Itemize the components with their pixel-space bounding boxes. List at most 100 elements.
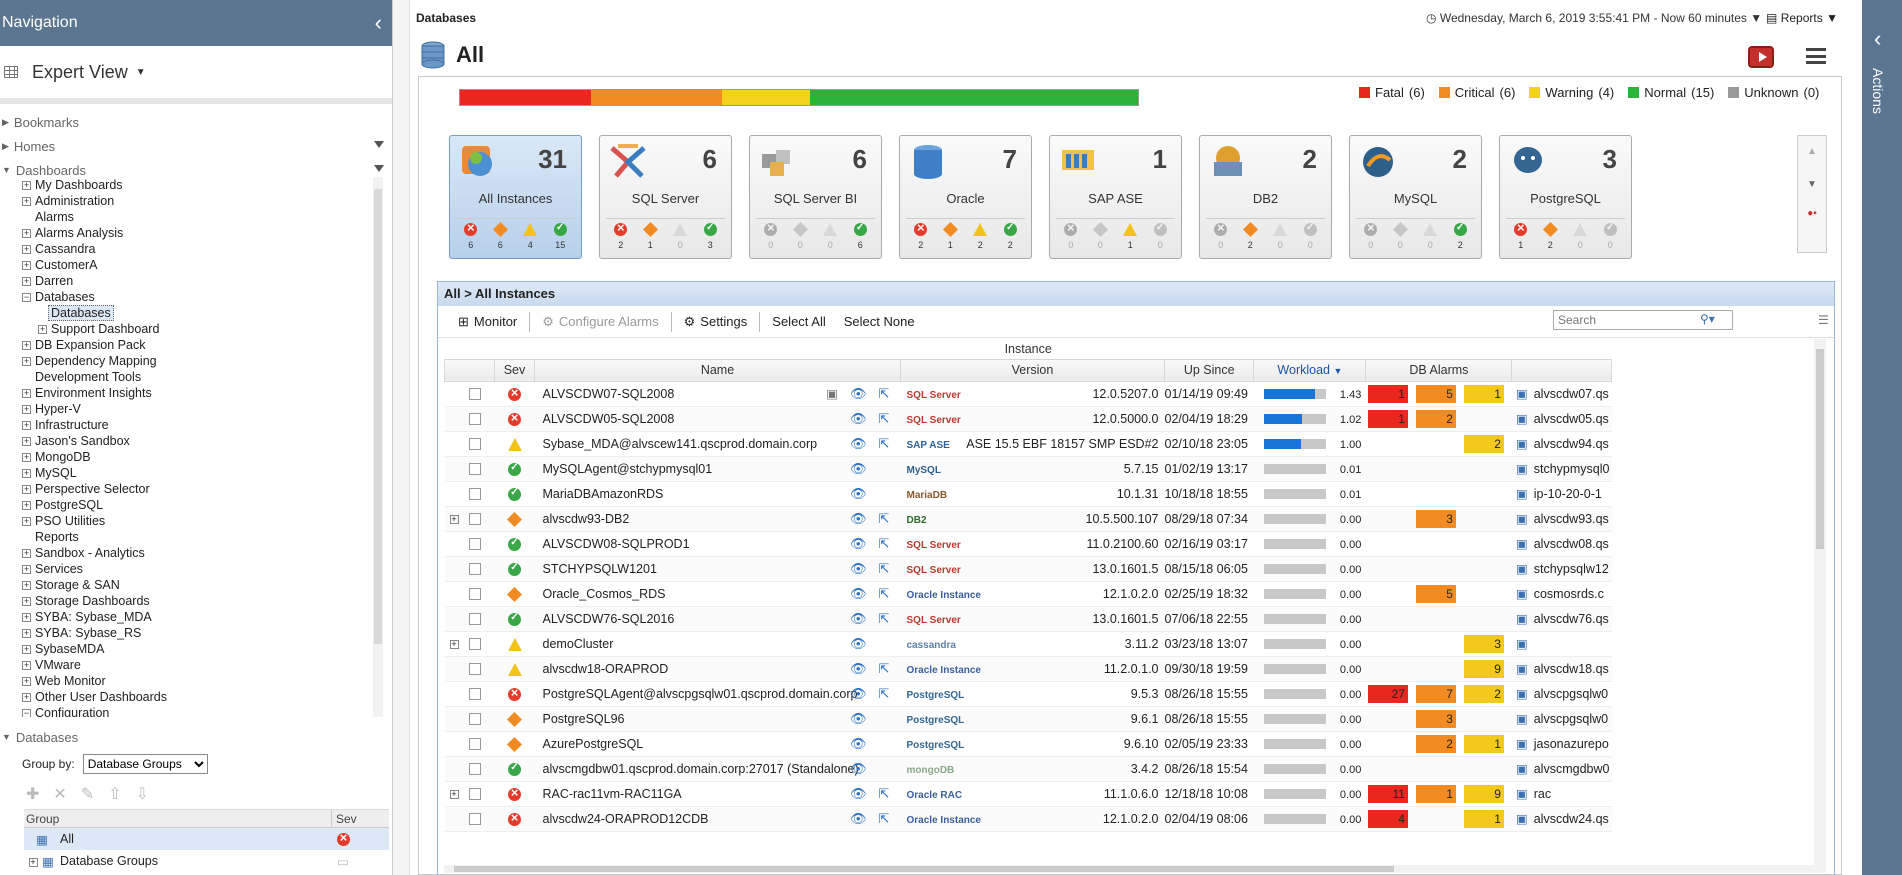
actions-label[interactable]: Actions	[1870, 68, 1886, 114]
external-link-icon[interactable]: ⇱	[879, 411, 893, 427]
version-column-header[interactable]: Version	[900, 358, 1165, 382]
host-name-link[interactable]: alvscdw05.qs	[1534, 412, 1609, 426]
dashboard-tree-item[interactable]: + PostgreSQL	[0, 497, 385, 513]
eye-icon[interactable]: 👁	[850, 661, 867, 676]
table-row[interactable]: alvscdw18-ORAPROD 👁 ⇱ Oracle Instance 11.2.0…	[444, 656, 1612, 682]
host-name-link[interactable]: alvscpgsqlw0	[1534, 687, 1608, 701]
row-checkbox[interactable]	[468, 738, 481, 751]
instance-name-link[interactable]: ALVSCDW07-SQL2008	[543, 387, 675, 401]
external-link-icon[interactable]: ⇱	[879, 386, 893, 402]
severity-count[interactable]: 0	[1214, 220, 1228, 250]
tile-scroller[interactable]: ▲ ▼ ●▪	[1797, 135, 1827, 253]
dashboard-tree-item[interactable]: + MongoDB	[0, 449, 385, 465]
expand-icon[interactable]: +	[22, 661, 31, 671]
row-checkbox[interactable]	[468, 438, 481, 451]
instance-name-link[interactable]: AzurePostgreSQL	[543, 737, 644, 751]
tile-sap-ase[interactable]: 1 SAP ASE 0 0 1 0	[1049, 135, 1182, 259]
hamburger-menu-icon[interactable]	[1806, 48, 1826, 64]
move-up-icon[interactable]: ⇧	[108, 784, 121, 804]
fatal-alarm-count[interactable]: 4	[1367, 809, 1408, 828]
severity-count[interactable]: 1	[642, 221, 658, 250]
table-row[interactable]: Oracle_Cosmos_RDS 👁 ⇱ Oracle Instance 12.1.0…	[444, 581, 1612, 607]
dashboard-tree-item[interactable]: + DB Expansion Pack	[0, 337, 385, 353]
row-checkbox[interactable]	[468, 788, 481, 801]
eye-icon[interactable]: 👁	[850, 686, 867, 701]
fatal-alarm-count[interactable]: 1	[1367, 384, 1408, 403]
severity-count[interactable]: 0	[823, 223, 838, 250]
expand-icon[interactable]: +	[22, 197, 31, 207]
warning-alarm-count[interactable]: 9	[1463, 659, 1504, 678]
expand-icon[interactable]: +	[22, 549, 31, 559]
expand-icon[interactable]: +	[22, 181, 31, 191]
db-alarms-column-header[interactable]: DB Alarms	[1365, 358, 1513, 382]
row-checkbox[interactable]	[468, 588, 481, 601]
severity-count[interactable]: 6	[464, 220, 478, 250]
tree-scrollbar[interactable]	[373, 177, 383, 717]
eye-icon[interactable]: 👁	[850, 811, 867, 826]
table-row[interactable]: +RAC-rac11vm-RAC11GA👁⇱Oracle RAC11.1.0.6…	[444, 781, 1612, 807]
critical-alarm-count[interactable]: 5	[1415, 384, 1456, 403]
up-since-column-header[interactable]: Up Since	[1163, 358, 1255, 382]
table-row[interactable]: AzurePostgreSQL 👁 PostgreSQL 9.6.10 02/05/19…	[444, 731, 1612, 757]
sev-column-header[interactable]: Sev	[494, 358, 535, 382]
table-row[interactable]: + alvscdw93-DB2 👁 ⇱ DB2 10.5.500.107 08/29/18 …	[444, 506, 1612, 532]
external-link-icon[interactable]: ⇱	[879, 661, 893, 677]
external-link-icon[interactable]: ⇱	[879, 436, 893, 452]
select-none-link[interactable]: Select None	[838, 314, 921, 329]
dashboard-tree-item[interactable]: + My Dashboards	[0, 177, 385, 193]
fatal-alarm-count[interactable]: 11	[1367, 784, 1408, 803]
dashboard-tree-item[interactable]: + Administration	[0, 193, 385, 209]
eye-icon[interactable]: 👁	[850, 411, 867, 426]
instance-name-link[interactable]: RAC-rac11vm-RAC11GA	[543, 787, 682, 801]
row-checkbox[interactable]	[468, 638, 481, 651]
severity-count[interactable]: 2	[1003, 222, 1017, 250]
scrollbar-thumb[interactable]	[454, 866, 1394, 872]
expand-icon[interactable]: +	[22, 693, 31, 703]
instance-name-link[interactable]: PostgreSQLAgent@alvscpgsqlw01.qscprod.do…	[543, 687, 858, 701]
fatal-alarm-count[interactable]: 27	[1367, 684, 1408, 703]
severity-count[interactable]: 15	[553, 222, 567, 250]
expand-icon[interactable]: +	[22, 229, 31, 239]
severity-count[interactable]: 6	[492, 221, 508, 250]
filter-icon[interactable]	[374, 141, 384, 148]
eye-icon[interactable]: 👁	[850, 786, 867, 801]
dashboard-tree-item[interactable]: + Other User Dashboards	[0, 689, 385, 705]
severity-count[interactable]: 0	[792, 221, 808, 250]
instance-name-link[interactable]: ALVSCDW08-SQLPROD1	[543, 537, 690, 551]
row-checkbox[interactable]	[468, 663, 481, 676]
eye-icon[interactable]: 👁	[850, 536, 867, 551]
severity-count[interactable]: 0	[1153, 222, 1167, 250]
tile-sql-server-bi[interactable]: 6 SQL Server BI 0 0 0 6	[749, 135, 882, 259]
eye-icon[interactable]: 👁	[850, 736, 867, 751]
severity-count[interactable]: 6	[853, 222, 867, 250]
severity-count[interactable]: 0	[1064, 220, 1078, 250]
eye-icon[interactable]: 👁	[850, 486, 867, 501]
expand-icon[interactable]: +	[22, 277, 31, 287]
warning-alarm-count[interactable]: 2	[1463, 434, 1504, 453]
warning-alarm-count[interactable]: 3	[1463, 634, 1504, 653]
row-checkbox[interactable]	[468, 688, 481, 701]
instance-name-link[interactable]: demoCluster	[543, 637, 614, 651]
expand-icon[interactable]: +	[22, 245, 31, 255]
row-checkbox[interactable]	[468, 538, 481, 551]
warning-alarm-count[interactable]: 1	[1463, 384, 1504, 403]
expand-icon[interactable]: +	[22, 517, 31, 527]
severity-count[interactable]: 2	[1242, 221, 1258, 250]
severity-count[interactable]: 0	[1423, 223, 1438, 250]
group-row-database-groups[interactable]: + ▦ Database Groups ▭	[24, 850, 389, 872]
expand-icon[interactable]: +	[22, 357, 31, 367]
group-row-all[interactable]: ▦ All	[24, 828, 389, 850]
eye-icon[interactable]: 👁	[850, 511, 867, 526]
dashboard-tree-item[interactable]: − Configuration	[0, 705, 385, 717]
grid-vertical-scrollbar[interactable]	[1814, 339, 1826, 869]
configure-alarms-button[interactable]: ⚙ Configure Alarms	[536, 314, 664, 330]
move-down-icon[interactable]: ⇩	[136, 784, 149, 804]
panel-splitter[interactable]	[393, 0, 410, 875]
table-row[interactable]: STCHYPSQLW1201👁⇱SQL Server13.0.1601.508/…	[444, 556, 1612, 582]
expand-icon[interactable]: +	[22, 645, 31, 655]
dashboard-tree-item[interactable]: + Cassandra	[0, 241, 385, 257]
dashboard-tree-item[interactable]: − Databases	[0, 289, 385, 305]
dashboard-tree-item[interactable]: + Sandbox - Analytics	[0, 545, 385, 561]
dashboard-tree-item[interactable]: + SybaseMDA	[0, 641, 385, 657]
expand-icon[interactable]: +	[22, 629, 31, 639]
